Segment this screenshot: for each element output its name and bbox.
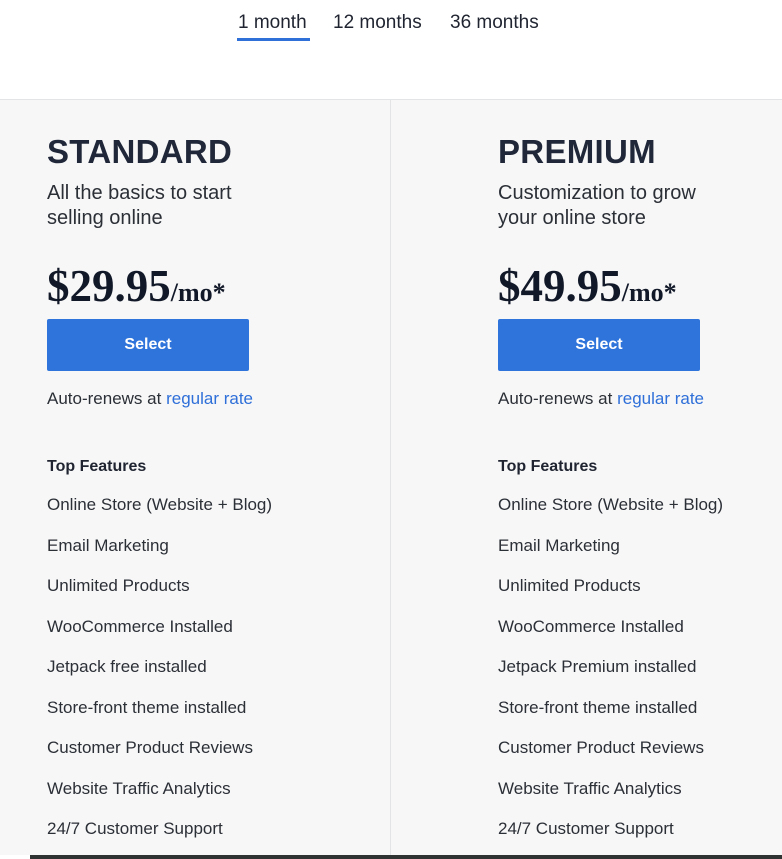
renew-text: Auto-renews at: [47, 389, 162, 408]
feature-item: 24/7 Customer Support: [498, 819, 674, 838]
tab-1-month[interactable]: 1 month: [238, 12, 307, 34]
feature-item: Jetpack free installed: [47, 657, 207, 676]
plan-standard: STANDARD All the basics to start selling…: [47, 100, 437, 856]
feature-item: Unlimited Products: [498, 576, 641, 595]
price-unit: /mo*: [170, 278, 226, 307]
feature-item: Online Store (Website + Blog): [498, 495, 724, 514]
plan-description: Customization to grow your online store: [498, 182, 696, 229]
select-premium-button[interactable]: Select: [498, 319, 700, 371]
regular-rate-link[interactable]: regular rate: [166, 389, 253, 408]
feature-item: Email Marketing: [47, 535, 169, 555]
feature-item: Store-front theme installed: [498, 697, 698, 717]
features-list: Online Store (Website + Blog) Email Mark…: [498, 495, 723, 859]
feature-item: Store-front theme installed: [47, 697, 247, 717]
term-tabs: 1 month 12 months 36 months: [0, 0, 782, 100]
regular-rate-link[interactable]: regular rate: [617, 389, 704, 408]
feature-item: Website Traffic Analytics: [498, 778, 682, 798]
price-amount: $49.95: [498, 261, 622, 311]
plan-name: PREMIUM: [498, 133, 656, 170]
price-amount: $29.95: [47, 261, 171, 311]
feature-item: Website Traffic Analytics: [47, 778, 231, 798]
plan-description: All the basics to start selling online: [47, 182, 232, 229]
feature-item: Online Store (Website + Blog): [47, 495, 273, 514]
bottom-edge: [0, 855, 782, 859]
feature-item: Jetpack Premium installed: [498, 657, 697, 676]
feature-item: Email Marketing: [498, 535, 620, 555]
feature-item: WooCommerce Installed: [498, 616, 684, 636]
bottom-dark-band: [30, 855, 782, 859]
features-title: Top Features: [498, 458, 598, 475]
price-unit: /mo*: [621, 278, 677, 307]
feature-item: Customer Product Reviews: [498, 738, 704, 757]
plan-name: STANDARD: [47, 133, 233, 170]
renew-note: Auto-renews at regular rate: [47, 389, 253, 409]
plans-section: STANDARD All the basics to start selling…: [0, 99, 782, 856]
feature-item: 24/7 Customer Support: [47, 819, 223, 838]
feature-item: Unlimited Products: [47, 576, 190, 595]
feature-item: WooCommerce Installed: [47, 616, 233, 636]
features-list: Online Store (Website + Blog) Email Mark…: [47, 495, 272, 859]
plan-price: $29.95/mo*: [47, 260, 226, 312]
renew-text: Auto-renews at: [498, 389, 613, 408]
active-tab-indicator: [237, 38, 310, 41]
select-standard-button[interactable]: Select: [47, 319, 249, 371]
features-title: Top Features: [47, 458, 147, 475]
plan-price: $49.95/mo*: [498, 260, 677, 312]
plan-premium: PREMIUM Customization to grow your onlin…: [498, 100, 782, 856]
renew-note: Auto-renews at regular rate: [498, 389, 704, 409]
tab-12-months[interactable]: 12 months: [333, 12, 422, 34]
feature-item: Customer Product Reviews: [47, 738, 253, 757]
tab-36-months[interactable]: 36 months: [450, 12, 539, 34]
